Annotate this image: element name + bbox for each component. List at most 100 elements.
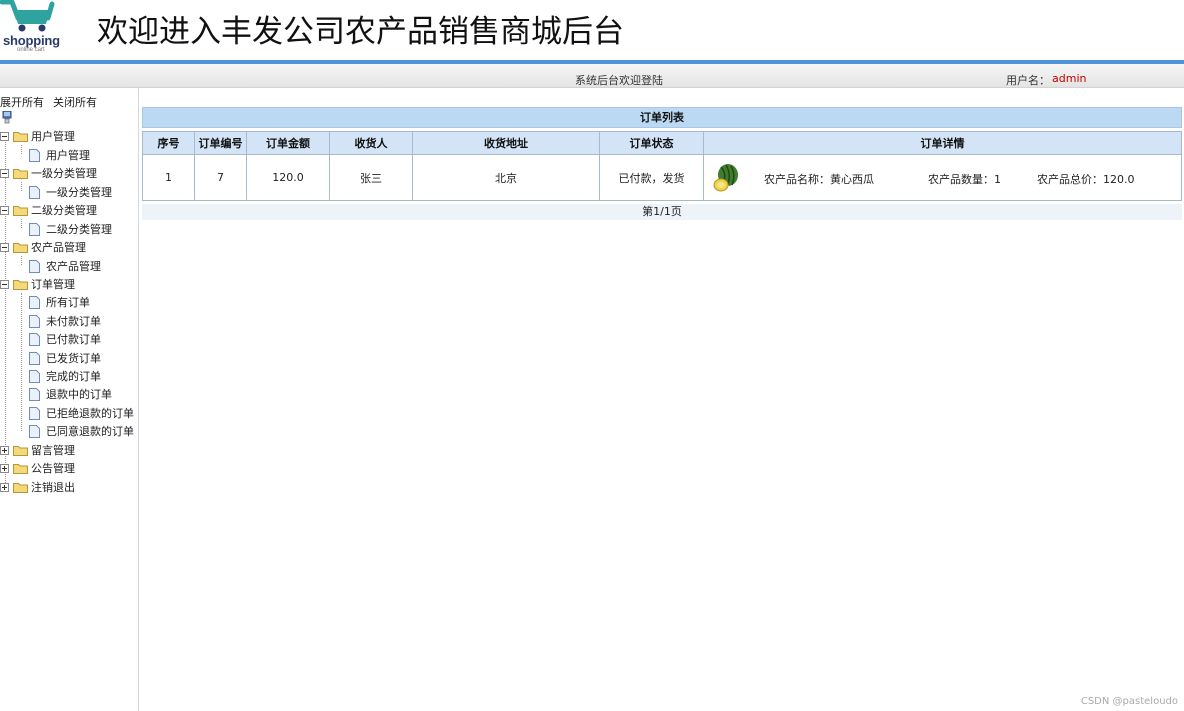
tree-item-category-level2[interactable]: 二级分类管理: [29, 220, 112, 238]
header: shopping online cart 欢迎进入丰发公司农产品销售商城后台: [0, 0, 1184, 60]
expand-all-link[interactable]: 展开所有: [0, 94, 44, 110]
folder-open-icon: [13, 242, 28, 253]
collapse-icon[interactable]: [0, 205, 9, 215]
collapse-icon[interactable]: [0, 168, 9, 178]
tree-group-product-management[interactable]: 农产品管理: [0, 238, 86, 256]
tree-connector: [5, 142, 6, 487]
expand-icon[interactable]: [0, 445, 9, 455]
document-icon: [29, 332, 40, 346]
table-header-row: 序号 订单编号 订单金额 收货人 收货地址 订单状态 订单详情: [142, 131, 1182, 155]
column-header-index: 序号: [142, 131, 195, 155]
sidebar-tree: 展开所有 关闭所有 用户管理 用户管理 一级分类管理 一级分类管理 二级分类管理: [0, 88, 139, 711]
tree-item-label: 未付款订单: [46, 315, 101, 328]
watermark-text: CSDN @pasteloudo: [1080, 696, 1178, 707]
folder-icon: [13, 482, 28, 493]
document-icon: [29, 369, 40, 383]
cell-receiver: 张三: [329, 154, 413, 201]
tree-connector: [21, 145, 22, 154]
collapse-icon[interactable]: [0, 131, 9, 141]
document-icon: [29, 295, 40, 309]
document-icon: [29, 387, 40, 401]
logo-text: shopping: [3, 33, 60, 48]
folder-open-icon: [13, 131, 28, 142]
status-bar: 系统后台欢迎登陆 用户名： admin: [0, 64, 1184, 88]
cell-index: 1: [142, 154, 195, 201]
tree-connector: [21, 182, 22, 191]
tree-item-user-management[interactable]: 用户管理: [29, 146, 90, 164]
collapse-all-link[interactable]: 关闭所有: [53, 94, 97, 110]
tree-item-shipped-orders[interactable]: 已发货订单: [29, 349, 101, 367]
tree-item-label: 退款中的订单: [46, 388, 112, 401]
tree-group-label: 留言管理: [31, 444, 75, 457]
tree-item-label: 二级分类管理: [46, 223, 112, 236]
tree-connector: [21, 293, 22, 431]
tree-item-label: 已同意退款的订单: [46, 425, 134, 438]
tree-item-label: 已付款订单: [46, 333, 101, 346]
tree-item-label: 完成的订单: [46, 370, 101, 383]
tree-group-label: 注销退出: [31, 481, 75, 494]
tree-group-label: 用户管理: [31, 130, 75, 143]
tree-group-logout[interactable]: 注销退出: [0, 478, 75, 496]
tree-group-announcement-management[interactable]: 公告管理: [0, 459, 75, 477]
tree-item-label: 用户管理: [46, 149, 90, 162]
folder-icon: [13, 463, 28, 474]
product-name: 农产品名称：黄心西瓜: [764, 173, 874, 186]
cell-amount: 120.0: [246, 154, 330, 201]
logo-subtext: online cart: [17, 47, 45, 53]
document-icon: [29, 314, 40, 328]
tree-group-label: 一级分类管理: [31, 167, 97, 180]
tree-item-refund-approved-orders[interactable]: 已同意退款的订单: [29, 422, 134, 440]
cell-details: 农产品名称：黄心西瓜 农产品数量：1 农产品总价：120.0: [703, 154, 1182, 201]
folder-icon: [13, 445, 28, 456]
tree-item-label: 所有订单: [46, 296, 90, 309]
document-icon: [29, 351, 40, 365]
order-list-title: 订单列表: [142, 107, 1182, 128]
product-quantity: 农产品数量：1: [928, 173, 1001, 186]
column-header-status: 订单状态: [599, 131, 704, 155]
tree-group-user-management[interactable]: 用户管理: [0, 127, 75, 145]
product-total: 农产品总价：120.0: [1037, 173, 1135, 186]
tree-item-paid-orders[interactable]: 已付款订单: [29, 330, 101, 348]
column-header-details: 订单详情: [703, 131, 1182, 155]
tree-item-all-orders[interactable]: 所有订单: [29, 293, 90, 311]
tree-group-label: 二级分类管理: [31, 204, 97, 217]
tree-connector: [21, 256, 22, 265]
tree-group-category-level1[interactable]: 一级分类管理: [0, 164, 97, 182]
expand-icon[interactable]: [0, 463, 9, 473]
document-icon: [29, 406, 40, 420]
column-header-order-no: 订单编号: [194, 131, 247, 155]
tree-group-category-level2[interactable]: 二级分类管理: [0, 201, 97, 219]
tree-item-category-level1[interactable]: 一级分类管理: [29, 183, 112, 201]
column-header-amount: 订单金额: [246, 131, 330, 155]
tree-group-order-management[interactable]: 订单管理: [0, 275, 75, 293]
tree-group-message-management[interactable]: 留言管理: [0, 441, 75, 459]
site-title: 欢迎进入丰发公司农产品销售商城后台: [97, 14, 624, 50]
folder-open-icon: [13, 279, 28, 290]
tree-item-refund-rejected-orders[interactable]: 已拒绝退款的订单: [29, 404, 134, 422]
tree-item-completed-orders[interactable]: 完成的订单: [29, 367, 101, 385]
tree-item-label: 一级分类管理: [46, 186, 112, 199]
watermelon-product-image: [713, 164, 738, 192]
tree-item-label: 已拒绝退款的订单: [46, 407, 134, 420]
tree-item-unpaid-orders[interactable]: 未付款订单: [29, 312, 101, 330]
document-icon: [29, 259, 40, 273]
tree-item-product-management[interactable]: 农产品管理: [29, 257, 101, 275]
tree-group-label: 公告管理: [31, 462, 75, 475]
main-content: 订单列表 序号 订单编号 订单金额 收货人 收货地址 订单状态 订单详情 1 7…: [140, 88, 1184, 711]
collapse-icon[interactable]: [0, 242, 9, 252]
tree-connector: [21, 219, 22, 228]
pagination: 第1/1页: [142, 204, 1182, 220]
cell-address: 北京: [412, 154, 600, 201]
username-value: admin: [1052, 72, 1087, 85]
welcome-text: 系统后台欢迎登陆: [575, 74, 663, 87]
document-icon: [29, 424, 40, 438]
collapse-icon[interactable]: [0, 279, 9, 289]
username-label: 用户名：: [1006, 74, 1050, 87]
expand-icon[interactable]: [0, 482, 9, 492]
tree-item-label: 农产品管理: [46, 260, 101, 273]
table-row: 1 7 120.0 张三 北京 已付款，发货 农产品名称：黄心西瓜 农产品数量：…: [142, 154, 1182, 201]
tree-item-label: 已发货订单: [46, 352, 101, 365]
tree-item-refunding-orders[interactable]: 退款中的订单: [29, 385, 112, 403]
cell-status: 已付款，发货: [599, 154, 704, 201]
tree-group-label: 农产品管理: [31, 241, 86, 254]
